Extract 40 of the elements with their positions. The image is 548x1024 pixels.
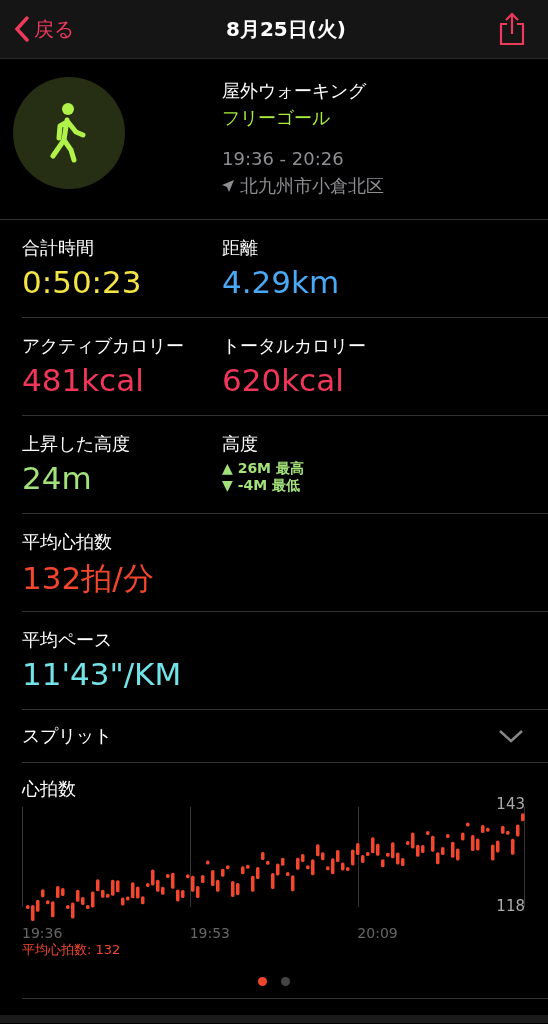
altitude-low: ▼ -4M 最低 <box>222 477 301 494</box>
metric-label: 高度 <box>222 432 259 456</box>
share-icon <box>498 12 526 46</box>
metric-value: 4.29km <box>222 264 341 300</box>
workout-type: 屋外ウォーキング <box>222 79 367 103</box>
time-label: 19:36 <box>22 925 64 941</box>
page-dot[interactable] <box>258 977 267 986</box>
nav-title: 8月25日(火) <box>226 15 346 43</box>
metric-value: 11'43"/KM <box>22 656 183 692</box>
average-heart-rate: 平均心拍数: 132 <box>22 941 122 959</box>
metric-label: 合計時間 <box>22 236 95 260</box>
metric-label: トータルカロリー <box>222 334 367 358</box>
metric-value: 620kcal <box>222 362 345 398</box>
splits-label: スプリット <box>22 724 112 748</box>
workout-location: 北九州市小倉北区 <box>240 174 384 198</box>
share-button[interactable] <box>498 12 526 46</box>
page-dot[interactable] <box>281 977 290 986</box>
altitude-high: ▲ 26M 最高 <box>222 460 305 477</box>
metric-label: 距離 <box>222 236 259 260</box>
metric-value: 0:50:23 <box>22 264 143 300</box>
splits-toggle[interactable] <box>498 729 524 743</box>
time-label: 20:09 <box>357 925 399 941</box>
location-arrow-icon <box>222 179 234 192</box>
metric-label: アクティブカロリー <box>22 334 185 358</box>
metric-value: 481kcal <box>22 362 145 398</box>
axis-min-label: 118 <box>496 897 525 915</box>
workout-goal: フリーゴール <box>222 106 331 130</box>
walking-person-icon <box>49 102 89 164</box>
axis-max-label: 143 <box>496 795 525 813</box>
metric-value: 24m <box>22 460 93 496</box>
chevron-left-icon <box>14 16 30 42</box>
chart-title: 心拍数 <box>22 777 77 801</box>
chevron-icon <box>498 729 524 743</box>
metric-label: 平均心拍数 <box>22 530 113 554</box>
time-label: 19:53 <box>189 925 232 941</box>
workout-time: 19:36 - 20:26 <box>222 147 345 171</box>
metric-value: 132拍/分 <box>22 559 155 598</box>
metric-label: 平均ペース <box>22 628 113 652</box>
back-button[interactable]: 戻る <box>14 15 74 43</box>
metric-label: 上昇した高度 <box>22 432 131 456</box>
